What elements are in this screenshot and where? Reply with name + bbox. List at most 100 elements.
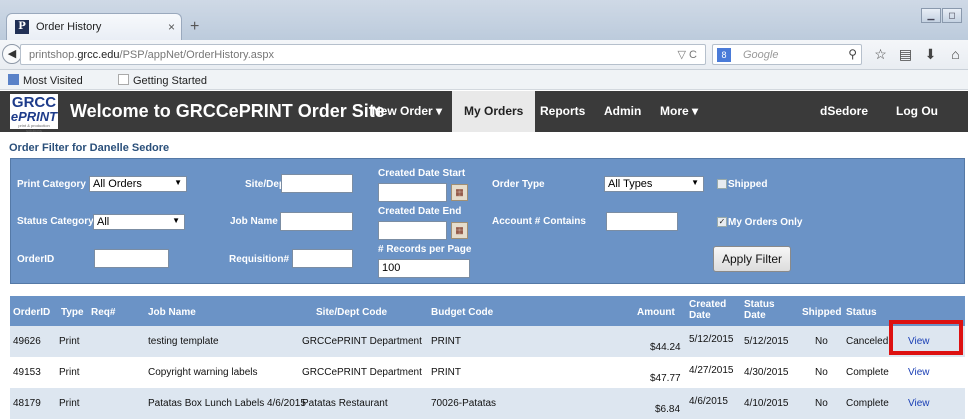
download-icon[interactable]: ⬇ [918,46,943,63]
order-type-select[interactable]: All Types ▼ [604,176,704,192]
reload-icon[interactable]: ▽ C [678,48,697,61]
highlight-box [889,320,963,355]
shipped-label: Shipped [728,179,768,190]
cell-status-date: 5/12/2015 [744,336,789,347]
nav-my-orders[interactable]: My Orders [452,91,536,132]
browser-nav-bar: ◀ printshop.grcc.edu/PSP/appNet/OrderHis… [0,40,968,70]
address-bar[interactable]: printshop.grcc.edu/PSP/appNet/OrderHisto… [20,44,706,65]
cell-orderid: 49153 [13,367,41,378]
orderid-input[interactable] [94,249,169,268]
nav-reports[interactable]: Reports [528,91,597,132]
nav-logout[interactable]: Log Ou [884,91,950,132]
page-icon [118,74,129,85]
maximize-icon[interactable]: ◻ [942,8,962,23]
apply-filter-button[interactable]: Apply Filter [713,246,791,272]
search-icon[interactable]: ⚲ [848,47,857,61]
window-controls: ▁ ◻ [920,8,962,23]
cell-status-date: 4/30/2015 [744,367,789,378]
view-link[interactable]: View [908,398,930,409]
account-input[interactable] [606,212,678,231]
search-placeholder: Google [743,49,779,61]
grcc-eprint-logo[interactable]: GRCC ePRINT print & production solutions [10,94,58,133]
col-status-date[interactable]: Status Date [744,299,784,321]
back-icon[interactable]: ◀ [2,44,22,64]
order-type-label: Order Type [492,179,545,190]
bookmark-most-visited[interactable]: Most Visited [8,74,83,87]
browser-tab[interactable]: P Order History × [6,13,182,40]
status-category-label: Status Category [17,216,94,227]
cell-orderid: 49626 [13,336,41,347]
shipped-checkbox[interactable] [717,179,727,189]
nav-user[interactable]: dSedore [808,91,880,132]
site-title: Welcome to GRCCePRINT Order Site [70,101,385,121]
nav-new-order[interactable]: New Order ▾ [360,91,454,132]
cell-status-date: 4/10/2015 [744,398,789,409]
col-status[interactable]: Status [846,307,877,318]
cell-amount: $47.77 [650,373,681,384]
col-site-dept[interactable]: Site/Dept Code [316,307,387,318]
print-category-label: Print Category [17,179,86,190]
search-box[interactable]: 8 Google ⚲ [712,44,862,65]
col-orderid[interactable]: OrderID [13,307,50,318]
cell-site-dept: GRCCePRINT Department [302,367,422,378]
status-category-select[interactable]: All ▼ [93,214,185,230]
col-job-name[interactable]: Job Name [148,307,196,318]
cell-type: Print [59,336,80,347]
bookmarks-bar: Most Visited Getting Started [0,70,968,90]
created-start-input[interactable] [378,183,447,202]
my-orders-only-checkbox[interactable]: ✓ [717,217,727,227]
cell-type: Print [59,367,80,378]
calendar-icon[interactable]: ▦ [451,222,468,239]
site-dept-input[interactable] [281,174,353,193]
cell-status: Complete [846,398,889,409]
search-engine-icon[interactable]: 8 [717,48,731,62]
bookmark-getting-started[interactable]: Getting Started [118,74,207,87]
cell-status: Complete [846,367,889,378]
col-type[interactable]: Type [61,307,84,318]
col-created-date[interactable]: Created Date [689,299,729,321]
col-budget-code[interactable]: Budget Code [431,307,493,318]
tab-close-icon[interactable]: × [168,20,175,34]
created-end-input[interactable] [378,221,447,240]
cell-site-dept: GRCCePRINT Department [302,336,422,347]
view-link[interactable]: View [908,367,930,378]
site-favicon-icon: P [15,20,29,34]
cell-created-date: 4/27/2015 [689,365,734,376]
job-name-input[interactable] [280,212,353,231]
calendar-icon[interactable]: ▦ [451,184,468,201]
my-orders-only-label: My Orders Only [728,217,803,228]
cell-job-name: Copyright warning labels [148,367,258,378]
col-req[interactable]: Req# [91,307,115,318]
cell-site-dept: Patatas Restaurant [302,398,388,409]
cell-job-name: Patatas Box Lunch Labels 4/6/2015 [148,398,306,409]
minimize-icon[interactable]: ▁ [921,8,941,23]
table-row: 49153 Print Copyright warning labels GRC… [10,357,965,388]
nav-admin[interactable]: Admin [592,91,653,132]
cell-created-date: 4/6/2015 [689,396,728,407]
col-amount[interactable]: Amount [637,307,675,318]
col-shipped[interactable]: Shipped [802,307,841,318]
records-per-page-input[interactable]: 100 [378,259,470,278]
url-text: printshop.grcc.edu/PSP/appNet/OrderHisto… [29,49,274,61]
orders-table-header: OrderID Type Req# Job Name Site/Dept Cod… [10,296,965,326]
tab-title: Order History [36,21,102,33]
account-label: Account # Contains [492,216,586,227]
cell-budget-code: 70026-Patatas [431,398,497,409]
reading-list-icon[interactable]: ▤ [893,46,918,63]
new-tab-button[interactable]: + [190,18,199,36]
cell-budget-code: PRINT [431,336,461,347]
cell-orderid: 48179 [13,398,41,409]
home-icon[interactable]: ⌂ [943,46,968,63]
chevron-down-icon: ▼ [174,178,182,187]
cell-shipped: No [815,367,828,378]
filter-title: Order Filter for Danelle Sedore [9,142,170,154]
nav-more[interactable]: More ▾ [648,91,710,132]
cell-amount: $6.84 [655,404,681,415]
chevron-down-icon: ▼ [172,216,180,225]
cell-budget-code: PRINT [431,367,461,378]
print-category-select[interactable]: All Orders ▼ [89,176,187,192]
cell-amount: $44.24 [650,342,681,353]
requisition-input[interactable] [292,249,353,268]
requisition-label: Requisition# [229,254,290,265]
bookmark-star-icon[interactable]: ☆ [868,46,893,63]
